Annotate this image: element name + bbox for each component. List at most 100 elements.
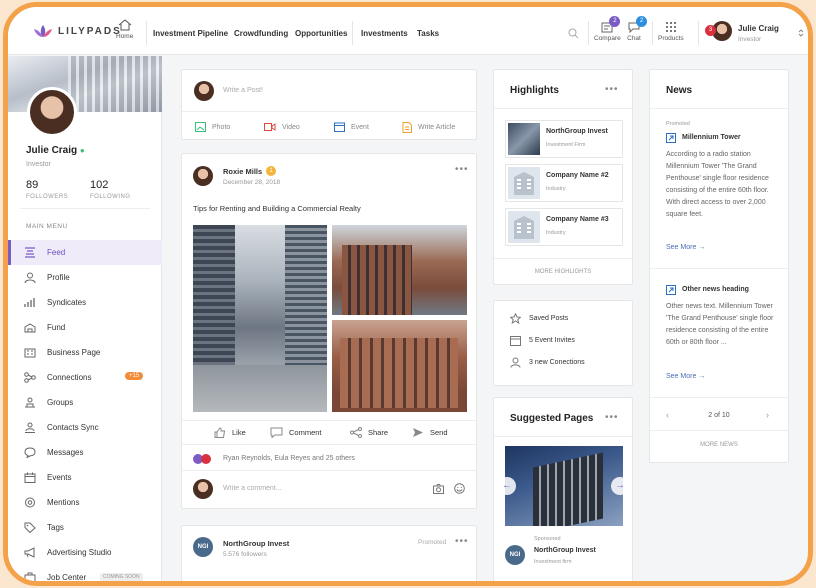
- composer-input[interactable]: Write a Post!: [223, 87, 263, 94]
- more-options-icon[interactable]: •••: [455, 164, 469, 175]
- more-options-icon[interactable]: •••: [605, 412, 619, 423]
- profile-avatar[interactable]: [27, 87, 77, 137]
- more-highlights-link[interactable]: MORE HIGHLIGHTS: [494, 269, 632, 275]
- new-connections-link[interactable]: 3 new Conections: [510, 357, 585, 368]
- promoted-author-name[interactable]: NorthGroup Invest: [223, 539, 289, 548]
- camera-icon[interactable]: [433, 484, 444, 494]
- sidebar-item-events[interactable]: Events: [8, 465, 162, 490]
- nav-home[interactable]: Home: [116, 19, 133, 40]
- sidebar-item-syndicates[interactable]: Syndicates: [8, 290, 162, 315]
- like-button[interactable]: Like: [214, 427, 246, 438]
- saved-posts-link[interactable]: Saved Posts: [510, 313, 568, 324]
- user-role: Investor: [738, 36, 762, 43]
- logo[interactable]: LILYPADS: [32, 24, 122, 38]
- news-title: News: [666, 85, 693, 96]
- highlight-item[interactable]: Company Name #3 Industry: [505, 208, 623, 246]
- suggested-pages-title: Suggested Pages: [510, 413, 594, 424]
- nav-crowdfunding[interactable]: Crowdfunding: [234, 29, 288, 38]
- see-more-link[interactable]: See More →: [666, 373, 705, 380]
- comment-icon: [270, 427, 283, 438]
- divider: [494, 258, 632, 259]
- sidebar-item-feed[interactable]: Feed: [8, 240, 162, 265]
- nav-opportunities[interactable]: Opportunities: [295, 29, 347, 38]
- company-logo[interactable]: NGI: [505, 545, 525, 565]
- post-author-name[interactable]: Roxie Mills: [223, 167, 262, 176]
- nav-tasks[interactable]: Tasks: [417, 29, 439, 38]
- search-icon[interactable]: [568, 28, 579, 39]
- company-thumbnail: [508, 123, 540, 155]
- nav-investment-pipeline[interactable]: Investment Pipeline: [153, 29, 228, 38]
- new-connections-label: 3 new Conections: [529, 359, 585, 366]
- highlight-item[interactable]: Company Name #2 Industry: [505, 164, 623, 202]
- highlight-item[interactable]: NorthGroup Invest Investment Firm: [505, 120, 623, 158]
- video-icon: [264, 123, 276, 131]
- contacts-sync-icon: [25, 422, 35, 433]
- sidebar-item-fund[interactable]: Fund: [8, 315, 162, 340]
- bar-chart-icon: [24, 298, 35, 307]
- sidebar-item-messages[interactable]: Messages: [8, 440, 162, 465]
- sidebar-item-profile[interactable]: Profile: [8, 265, 162, 290]
- sidebar-item-connections[interactable]: Connections +15: [8, 365, 162, 390]
- send-button[interactable]: Send: [412, 427, 448, 438]
- sidebar-item-label: Profile: [47, 273, 70, 282]
- nav-investments[interactable]: Investments: [361, 29, 408, 38]
- calendar-icon: [334, 122, 345, 132]
- news-card: News Promoted Millennium Tower According…: [649, 69, 789, 463]
- carousel-prev-button[interactable]: ←: [498, 477, 516, 495]
- building-placeholder-icon: [508, 167, 540, 199]
- logo-text: LILYPADS: [58, 25, 122, 37]
- event-button[interactable]: Event: [334, 122, 369, 132]
- sidebar-item-advertising-studio[interactable]: Advertising Studio: [8, 540, 162, 565]
- see-more-link[interactable]: See More →: [666, 244, 705, 251]
- sidebar-item-groups[interactable]: Groups: [8, 390, 162, 415]
- suggested-page-name[interactable]: NorthGroup Invest: [534, 547, 596, 554]
- post-image-street[interactable]: [193, 225, 327, 412]
- news-item-title[interactable]: Other news heading: [682, 286, 749, 293]
- post-author-avatar[interactable]: [193, 166, 213, 186]
- nav-divider: [146, 21, 147, 45]
- comment-input[interactable]: Write a comment...: [223, 485, 282, 492]
- sidebar-item-label: Syndicates: [47, 298, 87, 307]
- carousel-next-button[interactable]: →: [611, 477, 629, 495]
- compare-button[interactable]: 2 Compare: [594, 16, 621, 42]
- followers-count[interactable]: 89: [26, 179, 38, 191]
- more-options-icon[interactable]: •••: [605, 84, 619, 95]
- emoji-icon[interactable]: [454, 483, 465, 494]
- more-news-link[interactable]: MORE NEWS: [650, 442, 788, 448]
- lotus-logo-icon: [34, 25, 52, 37]
- profile-name-text: Julie Craig: [26, 145, 78, 156]
- feed-icon: [25, 247, 35, 258]
- reactions-summary[interactable]: Ryan Reynolds, Eula Reyes and 25 others: [223, 455, 355, 462]
- chat-button[interactable]: 2 Chat: [627, 16, 647, 42]
- online-dot-icon: ●: [79, 146, 85, 155]
- following-count[interactable]: 102: [90, 179, 108, 191]
- sidebar-item-label: Job Center: [47, 573, 87, 582]
- video-button[interactable]: Video: [264, 122, 300, 132]
- comment-button[interactable]: Comment: [270, 427, 322, 438]
- more-options-icon[interactable]: •••: [455, 536, 469, 547]
- sidebar-item-label: Business Page: [47, 348, 101, 357]
- photo-button[interactable]: Photo: [195, 122, 230, 132]
- sidebar-item-business-page[interactable]: Business Page: [8, 340, 162, 365]
- article-icon: [402, 122, 412, 133]
- share-icon: [350, 427, 362, 438]
- highlight-sub: Industry: [546, 186, 566, 192]
- suggested-page-image[interactable]: [505, 446, 623, 526]
- post-image-facade[interactable]: [332, 320, 467, 412]
- sidebar-item-contacts-sync[interactable]: Contacts Sync: [8, 415, 162, 440]
- sidebar-item-mentions[interactable]: Mentions: [8, 490, 162, 515]
- sidebar-item-tags[interactable]: Tags: [8, 515, 162, 540]
- comment-avatar: [193, 479, 213, 499]
- post-image-brick-building[interactable]: [332, 225, 467, 315]
- share-button[interactable]: Share: [350, 427, 388, 438]
- sidebar-item-job-center[interactable]: Job Center COMING SOON: [8, 565, 162, 582]
- write-article-button[interactable]: Write Article: [402, 122, 455, 133]
- news-item-title[interactable]: Millennium Tower: [682, 134, 741, 141]
- sidebar-item-label: Connections: [47, 373, 92, 382]
- company-logo[interactable]: NGI: [193, 537, 213, 557]
- event-invites-link[interactable]: 5 Event Invites: [510, 335, 575, 346]
- sidebar-item-label: Tags: [47, 523, 64, 532]
- pager-next-icon[interactable]: ›: [766, 410, 769, 420]
- products-button[interactable]: Products: [658, 21, 684, 42]
- business-icon: [24, 348, 36, 358]
